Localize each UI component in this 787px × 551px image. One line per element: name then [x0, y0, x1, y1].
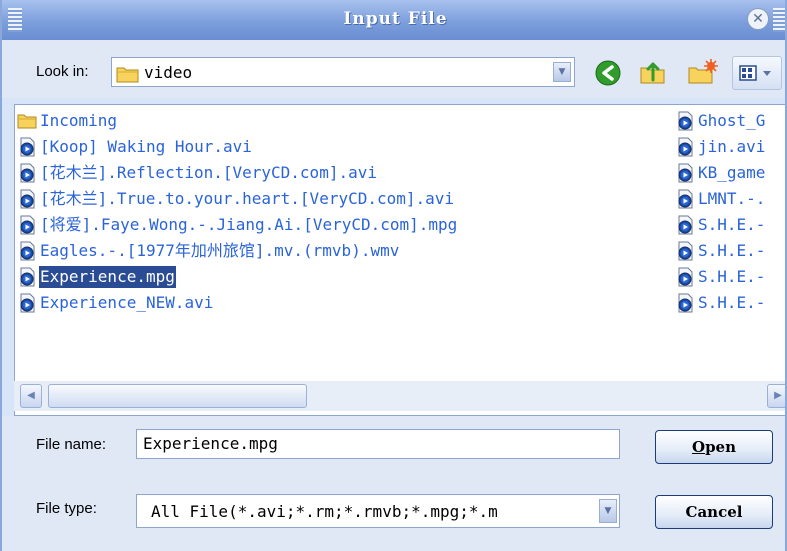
- file-name: Incoming: [40, 111, 118, 130]
- file-name: [Koop] Waking Hour.avi: [40, 137, 252, 156]
- file-list[interactable]: Incoming [Koop] Waking Hour.avi [花木兰].Refl…: [14, 104, 785, 416]
- close-icon: ✕: [752, 11, 764, 27]
- back-button[interactable]: [590, 56, 626, 90]
- file-name: [花木兰].Reflection.[VeryCD.com].avi: [40, 163, 377, 182]
- file-name: [将爱].Faye.Wong.-.Jiang.Ai.[VeryCD.com].m…: [40, 215, 458, 234]
- file-list-item[interactable]: Experience_NEW.avi: [17, 291, 214, 315]
- open-mnemonic: O: [691, 438, 706, 456]
- file-name: S.H.E.-: [698, 293, 766, 312]
- file-list-item[interactable]: S.H.E.-: [675, 239, 766, 263]
- file-list-item[interactable]: jin.avi: [675, 135, 766, 159]
- file-list-item[interactable]: Incoming: [17, 109, 118, 133]
- file-list-item[interactable]: [Koop] Waking Hour.avi: [17, 135, 253, 159]
- view-menu-button[interactable]: [732, 56, 782, 90]
- look-in-label: Look in:: [36, 63, 89, 80]
- file-list-item[interactable]: Eagles.-.[1977年加州旅馆].mv.(rmvb).wmv: [17, 239, 400, 263]
- horizontal-scrollbar[interactable]: ◀ ▶: [14, 381, 785, 411]
- folder-icon: [116, 67, 139, 83]
- video-file-icon: [20, 241, 35, 261]
- scroll-left-button[interactable]: ◀: [20, 384, 42, 408]
- file-name: [花木兰].True.to.your.heart.[VeryCD.com].av…: [40, 189, 455, 208]
- file-list-item[interactable]: S.H.E.-: [675, 213, 766, 237]
- file-name-input[interactable]: Experience.mpg: [136, 429, 620, 459]
- file-list-item[interactable]: [花木兰].True.to.your.heart.[VeryCD.com].av…: [17, 187, 455, 211]
- up-folder-button[interactable]: [634, 56, 672, 90]
- video-file-icon: [678, 215, 693, 235]
- file-type-value: All File(*.avi;*.rm;*.rmvb;*.mpg;*.m: [151, 502, 498, 521]
- new-folder-icon: [688, 59, 718, 84]
- file-list-item[interactable]: [将爱].Faye.Wong.-.Jiang.Ai.[VeryCD.com].m…: [17, 213, 458, 237]
- window-title: Input File: [343, 9, 448, 29]
- file-name: KB_game: [698, 163, 766, 182]
- file-name: Eagles.-.[1977年加州旅馆].mv.(rmvb).wmv: [40, 241, 400, 260]
- folder-icon: [17, 114, 37, 129]
- chevron-down-icon[interactable]: ▼: [599, 499, 617, 523]
- video-file-icon: [678, 241, 693, 261]
- video-file-icon: [20, 163, 35, 183]
- back-arrow-icon: [595, 60, 621, 86]
- video-file-icon: [20, 137, 35, 157]
- file-name: S.H.E.-: [698, 215, 766, 234]
- cancel-button[interactable]: Cancel: [655, 495, 773, 529]
- file-name: S.H.E.-: [698, 267, 766, 286]
- up-folder-icon: [640, 62, 665, 84]
- open-label: pen: [705, 438, 736, 456]
- input-file-dialog: Input File ✕ Look in: video ▼ Incoming […: [0, 0, 787, 551]
- video-file-icon: [678, 111, 693, 131]
- video-file-icon: [678, 163, 693, 183]
- file-name-label: File name:: [36, 436, 107, 453]
- video-file-icon: [678, 137, 693, 157]
- file-name: LMNT.-.: [698, 189, 766, 208]
- file-type-label: File type:: [36, 500, 97, 517]
- file-name: Experience.mpg: [39, 266, 176, 288]
- video-file-icon: [20, 267, 35, 287]
- arrow-right-icon: ▶: [774, 390, 782, 401]
- view-menu-icon: [739, 65, 771, 81]
- file-list-item[interactable]: LMNT.-.: [675, 187, 766, 211]
- title-bar[interactable]: Input File ✕: [2, 0, 785, 40]
- video-file-icon: [678, 267, 693, 287]
- close-button[interactable]: ✕: [747, 8, 769, 30]
- file-name: jin.avi: [698, 137, 766, 156]
- scroll-right-button[interactable]: ▶: [767, 384, 785, 408]
- file-list-item[interactable]: KB_game: [675, 161, 766, 185]
- look-in-dropdown[interactable]: video ▼: [111, 57, 575, 87]
- arrow-left-icon: ◀: [27, 390, 35, 401]
- video-file-icon: [20, 215, 35, 235]
- scrollbar-thumb[interactable]: [48, 384, 307, 408]
- file-list-item[interactable]: Experience.mpg: [17, 265, 176, 289]
- file-list-item[interactable]: S.H.E.-: [675, 265, 766, 289]
- file-list-item[interactable]: [花木兰].Reflection.[VeryCD.com].avi: [17, 161, 378, 185]
- video-file-icon: [20, 293, 35, 313]
- video-file-icon: [678, 189, 693, 209]
- open-button[interactable]: Open: [655, 430, 773, 464]
- file-list-item[interactable]: S.H.E.-: [675, 291, 766, 315]
- file-name: Ghost_G: [698, 111, 766, 130]
- file-list-item[interactable]: Ghost_G: [675, 109, 766, 133]
- video-file-icon: [20, 189, 35, 209]
- file-type-dropdown[interactable]: All File(*.avi;*.rm;*.rmvb;*.mpg;*.m ▼: [136, 494, 620, 528]
- new-folder-button[interactable]: [682, 56, 722, 90]
- video-file-icon: [678, 293, 693, 313]
- file-name: S.H.E.-: [698, 241, 766, 260]
- file-name: Experience_NEW.avi: [40, 293, 214, 312]
- chevron-down-icon[interactable]: ▼: [553, 62, 571, 82]
- look-in-value: video: [144, 63, 193, 82]
